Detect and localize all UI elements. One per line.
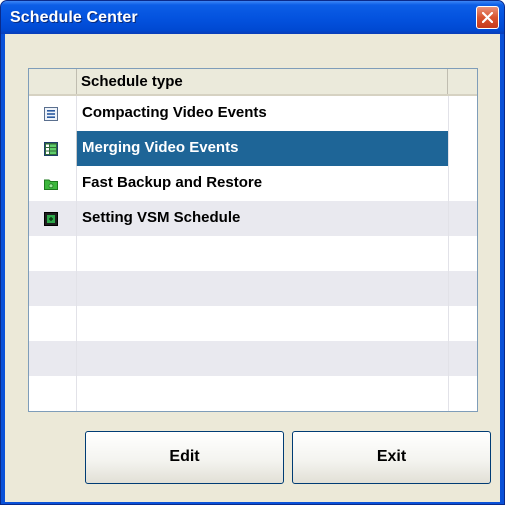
close-button[interactable] <box>476 6 499 29</box>
header-icon-column[interactable] <box>29 69 77 94</box>
window-title: Schedule Center <box>10 9 138 26</box>
exit-button[interactable]: Exit <box>292 431 491 484</box>
close-icon <box>482 12 493 23</box>
compact-icon <box>44 107 58 121</box>
edit-button[interactable]: Edit <box>85 431 284 484</box>
empty-row <box>29 341 477 376</box>
table-row-selected[interactable]: Merging Video Events <box>29 131 477 166</box>
title-bar[interactable]: Schedule Center <box>1 1 504 34</box>
row-label: Fast Backup and Restore <box>82 174 263 191</box>
row-label: Setting VSM Schedule <box>82 209 241 226</box>
dialog-body: Schedule type Compacting Video Events Me… <box>5 34 500 502</box>
folder-icon <box>44 179 58 190</box>
schedule-table[interactable]: Schedule type Compacting Video Events Me… <box>28 68 478 412</box>
edit-button-label: Edit <box>169 448 200 465</box>
header-label: Schedule type <box>81 73 183 90</box>
empty-row <box>29 306 477 341</box>
table-row[interactable]: Fast Backup and Restore <box>29 166 477 201</box>
vsm-icon <box>44 212 58 226</box>
header-schedule-type[interactable]: Schedule type <box>77 69 448 94</box>
header-filler <box>448 69 477 94</box>
schedule-center-window: Schedule Center Schedule type Compacting… <box>0 0 505 505</box>
row-label: Merging Video Events <box>82 139 239 156</box>
empty-row <box>29 376 477 411</box>
table-row[interactable]: Compacting Video Events <box>29 96 477 131</box>
row-label: Compacting Video Events <box>82 104 267 121</box>
merge-icon <box>44 142 58 156</box>
exit-button-label: Exit <box>376 448 407 465</box>
empty-row <box>29 271 477 306</box>
table-header: Schedule type <box>29 69 477 96</box>
table-row[interactable]: Setting VSM Schedule <box>29 201 477 236</box>
empty-row <box>29 236 477 271</box>
